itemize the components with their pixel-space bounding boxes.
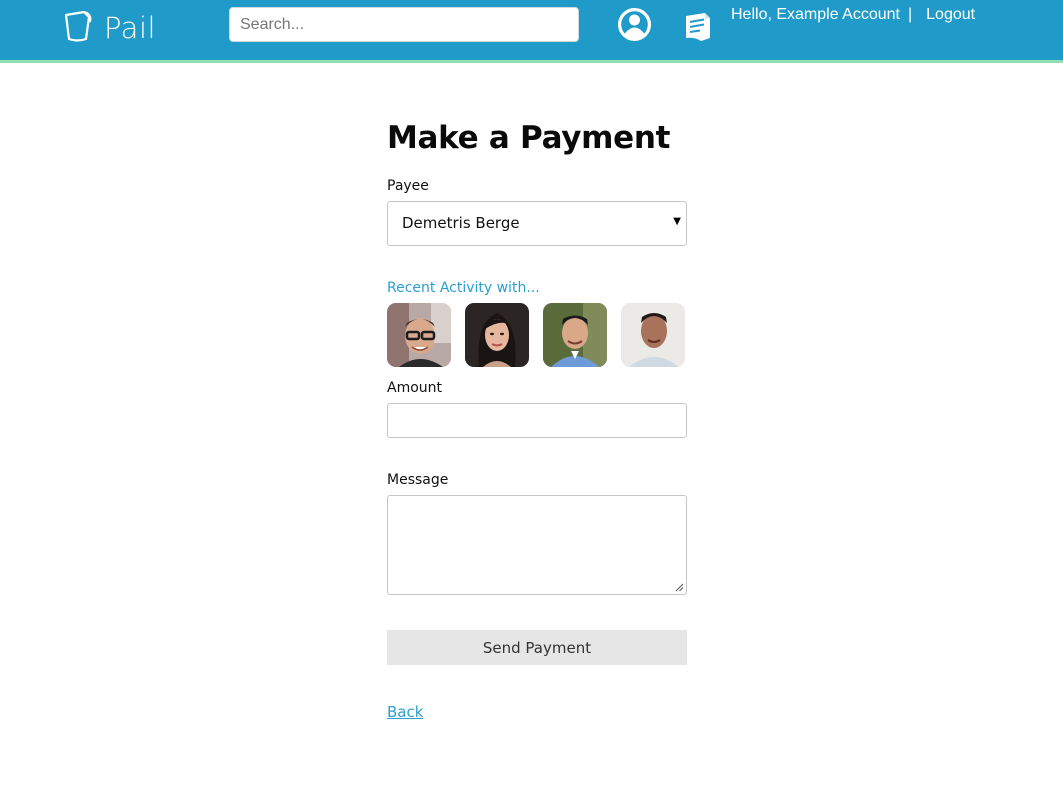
avatar[interactable] — [621, 303, 685, 367]
payment-form: Make a Payment Payee Demetris Berge ▼ Re… — [387, 118, 689, 721]
resize-grip-icon[interactable] — [674, 582, 684, 592]
logout-link[interactable]: Logout — [926, 6, 975, 23]
brand[interactable]: Pail — [62, 8, 156, 48]
search-input[interactable] — [229, 7, 579, 42]
avatar[interactable] — [387, 303, 451, 367]
payee-label: Payee — [387, 178, 429, 194]
account-greeting: Hello, Example Account | Logout — [731, 6, 975, 24]
greeting-text: Hello, Example Account — [731, 6, 900, 23]
pail-logo-icon — [62, 8, 94, 48]
recent-contacts — [387, 303, 689, 367]
amount-label: Amount — [387, 380, 443, 396]
send-payment-button[interactable]: Send Payment — [387, 630, 687, 665]
payee-select[interactable]: Demetris Berge ▼ — [387, 201, 687, 246]
payee-selected-value: Demetris Berge — [402, 214, 520, 232]
dropdown-arrow-icon: ▼ — [673, 216, 681, 227]
avatar[interactable] — [543, 303, 607, 367]
message-label: Message — [387, 472, 449, 488]
brand-name: Pail — [104, 11, 157, 45]
profile-icon[interactable] — [617, 7, 652, 42]
separator: | — [907, 6, 913, 23]
back-link[interactable]: Back — [387, 703, 423, 721]
top-navigation-bar: Pail Hello, Example Account | Logout — [0, 0, 1063, 63]
recent-activity-label: Recent Activity with... — [387, 280, 540, 296]
amount-field[interactable] — [387, 403, 687, 438]
avatar[interactable] — [465, 303, 529, 367]
message-textarea[interactable] — [387, 495, 687, 595]
notes-icon[interactable] — [683, 10, 717, 44]
page-title: Make a Payment — [387, 120, 671, 156]
